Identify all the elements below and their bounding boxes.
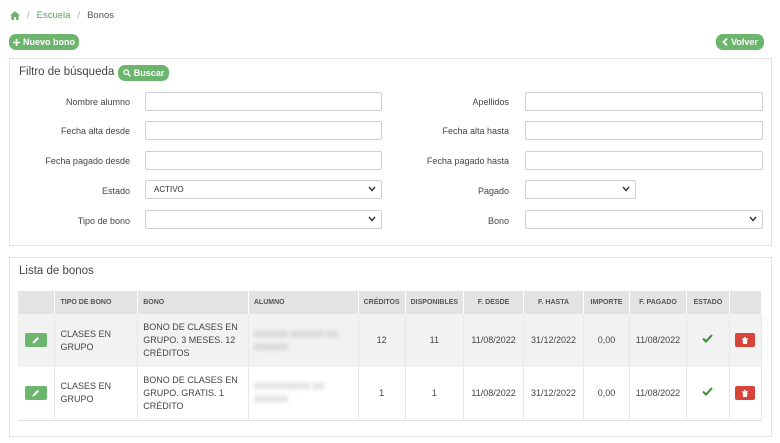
delete-button[interactable] (735, 333, 756, 348)
fecha-alta-desde-input[interactable] (145, 121, 382, 140)
chevron-down-icon (368, 216, 376, 222)
new-bono-label: Nuevo bono (23, 37, 75, 47)
col-actions (18, 291, 56, 314)
chevron-left-icon (722, 38, 728, 46)
col-tipo-bono: TIPO DE BONO (54, 291, 139, 314)
breadcrumb-separator: / (27, 10, 30, 21)
nombre-input[interactable] (145, 92, 382, 111)
delete-button[interactable] (735, 386, 756, 400)
table-row: CLASES EN GRUPO BONO DE CLASES EN GRUPO.… (18, 314, 763, 367)
trash-icon (742, 336, 749, 344)
bono-label: Bono (487, 216, 509, 226)
search-icon (122, 69, 131, 77)
cell-disponibles: 1 (405, 367, 465, 421)
edit-button[interactable] (25, 333, 48, 347)
cell-hasta: 31/12/2022 (523, 314, 585, 367)
search-button[interactable]: Buscar (118, 65, 169, 81)
breadcrumb: / Escuela / Bonos (10, 10, 114, 21)
table-row: CLASES EN GRUPO BONO DE CLASES EN GRUPO.… (18, 367, 763, 421)
breadcrumb-current: Bonos (87, 10, 115, 21)
cell-creditos: 12 (358, 314, 406, 367)
fecha-pagado-hasta-input[interactable] (525, 151, 763, 170)
cell-disponibles: 11 (405, 314, 465, 367)
chevron-down-icon (368, 186, 376, 192)
edit-button[interactable] (25, 385, 48, 400)
estado-select[interactable]: ACTIVO (145, 180, 382, 199)
col-estado: ESTADO (686, 291, 730, 314)
col-delete (729, 291, 763, 314)
pagado-select[interactable] (525, 180, 636, 199)
cell-hasta: 31/12/2022 (523, 367, 585, 421)
fecha-alta-hasta-label: Fecha alta hasta (442, 126, 509, 136)
cell-importe: 0,00 (583, 367, 630, 421)
list-title: Lista de bonos (19, 265, 94, 277)
cell-creditos: 1 (358, 367, 406, 421)
check-icon (702, 387, 714, 396)
col-bono: BONO (137, 291, 249, 314)
trash-icon (742, 389, 749, 397)
cell-pagado: 11/08/2022 (629, 314, 687, 367)
fecha-alta-desde-label: Fecha alta desde (60, 126, 130, 136)
cell-pagado: 11/08/2022 (629, 367, 687, 421)
plus-icon (13, 38, 20, 46)
cell-alumno: XXXXXXXXXX XX XXXXXX (253, 381, 325, 405)
bonos-table: TIPO DE BONO BONO ALUMNO CRÉDITOS DISPON… (18, 291, 763, 421)
col-creditos: CRÉDITOS (358, 291, 406, 314)
apellidos-label: Apellidos (472, 97, 509, 107)
col-disponibles: DISPONIBLES (405, 291, 465, 314)
cell-bono: BONO DE CLASES EN GRUPO. GRATIS. 1 CRÉDI… (137, 367, 249, 421)
cell-desde: 11/08/2022 (463, 314, 525, 367)
back-button[interactable]: Volver (716, 34, 764, 50)
col-f-desde: F. DESDE (463, 291, 525, 314)
tipo-bono-select[interactable] (145, 210, 382, 229)
pencil-icon (32, 337, 40, 344)
chevron-down-icon (622, 186, 630, 192)
cell-tipo: CLASES EN GRUPO (54, 367, 139, 421)
fecha-pagado-desde-label: Fecha pagado desde (45, 156, 130, 166)
col-f-hasta: F. HASTA (523, 291, 585, 314)
table-header-row: TIPO DE BONO BONO ALUMNO CRÉDITOS DISPON… (18, 291, 763, 314)
cell-bono: BONO DE CLASES EN GRUPO. 3 MESES. 12 CRÉ… (137, 314, 249, 367)
fecha-pagado-desde-input[interactable] (145, 151, 382, 170)
estado-label: Estado (101, 186, 130, 196)
cell-tipo: CLASES EN GRUPO (54, 314, 139, 367)
col-alumno: ALUMNO (248, 291, 359, 314)
search-label: Buscar (133, 68, 165, 78)
chevron-down-icon (749, 216, 757, 222)
col-importe: IMPORTE (583, 291, 630, 314)
estado-value: ACTIVO (154, 185, 184, 194)
cell-alumno: XXXXXX XXXXXX XX XXXXXX (253, 328, 338, 352)
cell-importe: 0,00 (583, 314, 630, 367)
check-icon (702, 334, 714, 343)
bono-select[interactable] (525, 210, 763, 229)
back-label: Volver (731, 37, 758, 47)
tipo-bono-label: Tipo de bono (77, 216, 130, 226)
cell-desde: 11/08/2022 (463, 367, 525, 421)
apellidos-input[interactable] (525, 92, 763, 111)
home-icon[interactable] (10, 11, 20, 20)
fecha-pagado-hasta-label: Fecha pagado hasta (426, 156, 509, 166)
pagado-label: Pagado (477, 186, 509, 196)
col-f-pagado: F. PAGADO (629, 291, 687, 314)
filter-title: Filtro de búsqueda (19, 66, 115, 78)
new-bono-button[interactable]: Nuevo bono (9, 34, 79, 50)
nombre-label: Nombre alumno (65, 97, 130, 107)
breadcrumb-link-escuela[interactable]: Escuela (37, 10, 71, 21)
breadcrumb-separator: / (77, 10, 81, 21)
pencil-icon (32, 389, 40, 397)
fecha-alta-hasta-input[interactable] (525, 121, 763, 140)
